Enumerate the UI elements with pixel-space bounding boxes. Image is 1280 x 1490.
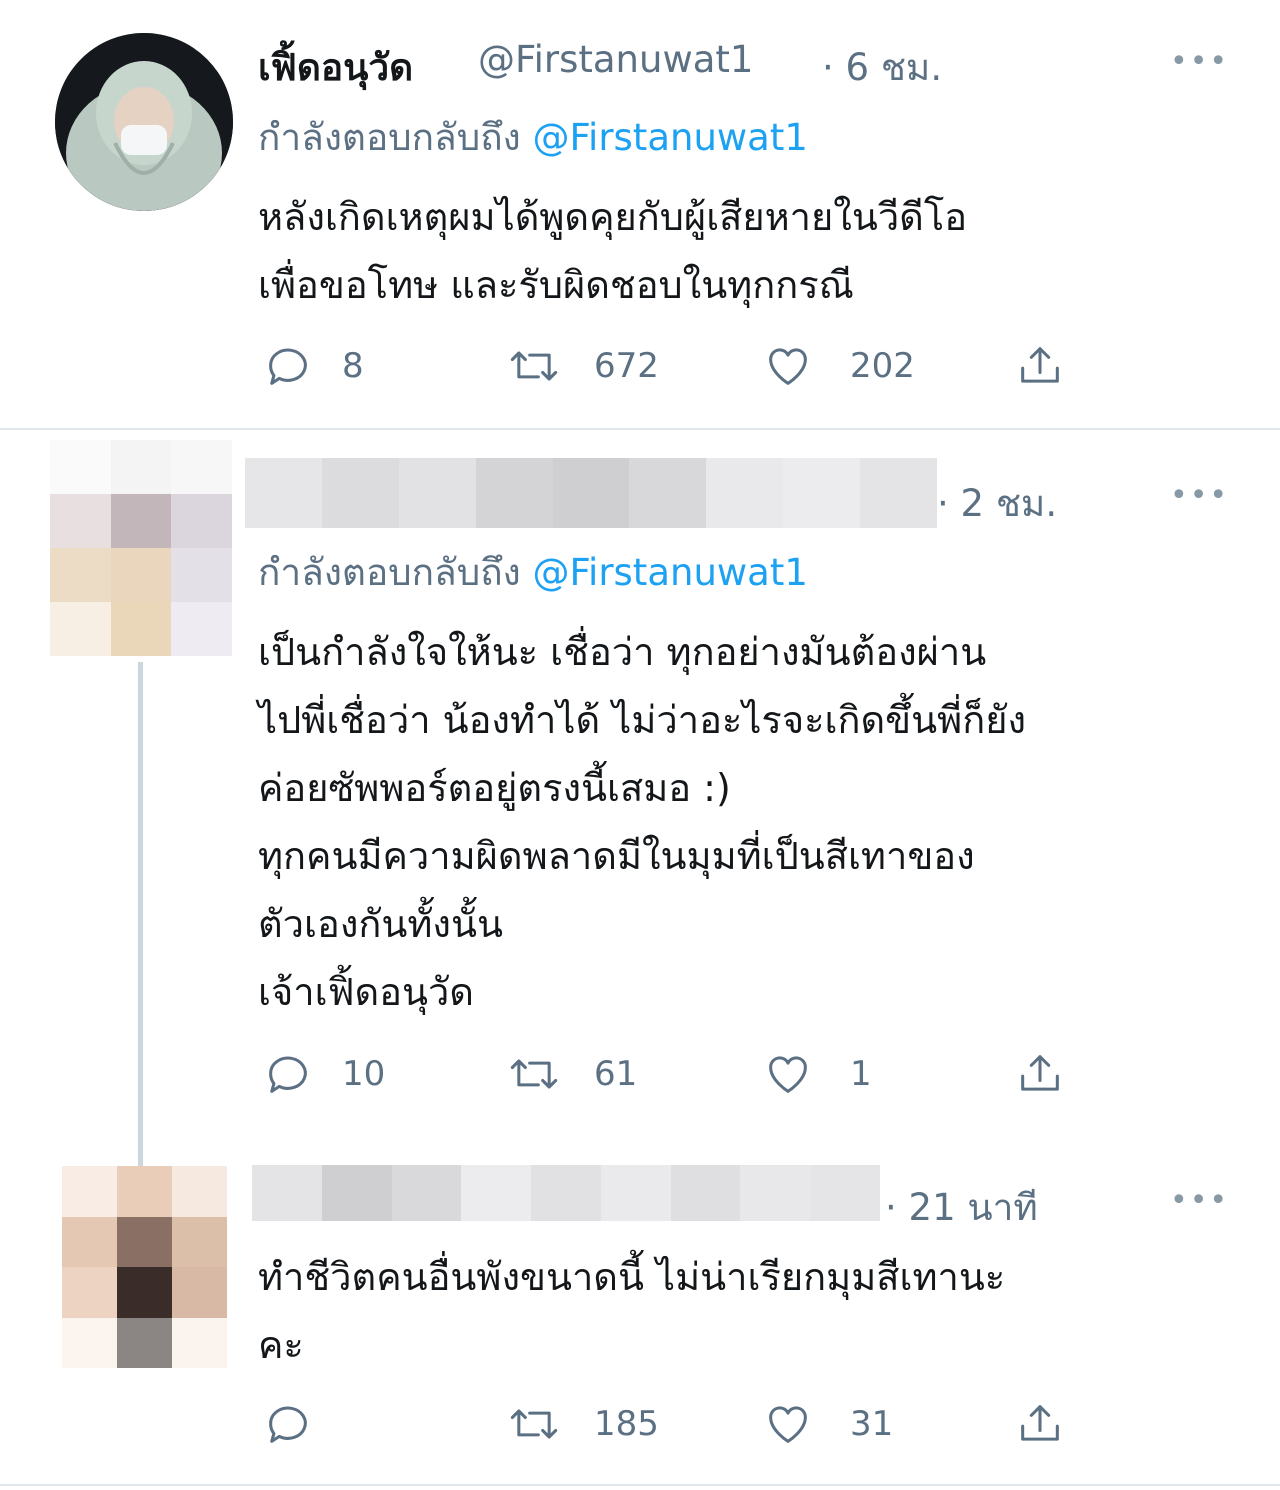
- tweet-divider: [0, 1484, 1280, 1486]
- reply-icon: [269, 1406, 307, 1443]
- retweet-count: 185: [594, 1404, 659, 1444]
- author-name[interactable]: [245, 458, 937, 528]
- like-button[interactable]: 202: [762, 340, 915, 392]
- avatar[interactable]: [55, 33, 233, 211]
- retweet-button[interactable]: 672: [508, 340, 659, 392]
- like-button[interactable]: 1: [762, 1048, 872, 1100]
- retweet-icon: [510, 1059, 558, 1089]
- share-button[interactable]: [1014, 340, 1066, 392]
- reply-button[interactable]: 10: [262, 1048, 385, 1100]
- reply-prefix-label: กำลังตอบกลับถึง: [258, 551, 521, 594]
- avatar[interactable]: [62, 1166, 227, 1368]
- reply-count: 8: [342, 346, 364, 386]
- reply-mention-link[interactable]: @Firstanuwat1: [532, 551, 807, 594]
- more-options-icon[interactable]: •••: [1170, 44, 1229, 79]
- like-icon: [769, 348, 807, 385]
- share-button[interactable]: [1014, 1398, 1066, 1450]
- tweet-divider: [0, 428, 1280, 430]
- reply-prefix-label: กำลังตอบกลับถึง: [258, 116, 521, 159]
- tweet-text: หลังเกิดเหตุผมได้พูดคุยกับผู้เสียหายในวี…: [258, 195, 968, 307]
- like-count: 202: [850, 346, 915, 386]
- retweet-button[interactable]: 61: [508, 1048, 637, 1100]
- author-name[interactable]: [252, 1165, 880, 1221]
- reply-icon: [269, 348, 307, 385]
- thread-connector-line: [138, 662, 143, 1167]
- share-icon: [1021, 347, 1059, 383]
- like-icon: [769, 1056, 807, 1093]
- reply-icon: [269, 1056, 307, 1093]
- reply-button[interactable]: 8: [262, 340, 364, 392]
- avatar[interactable]: [50, 440, 232, 656]
- reply-context: กำลังตอบกลับถึง @Firstanuwat1: [258, 543, 808, 602]
- tweet-time[interactable]: · 2 ชม.: [937, 474, 1057, 533]
- reply-context: กำลังตอบกลับถึง @Firstanuwat1: [258, 108, 808, 167]
- tweet-text: ทำชีวิตคนอื่นพังขนาดนี้ ไม่น่าเรียกมุมสี…: [258, 1255, 1006, 1367]
- retweet-button[interactable]: 185: [508, 1398, 659, 1450]
- share-button[interactable]: [1014, 1048, 1066, 1100]
- share-icon: [1021, 1405, 1059, 1441]
- like-count: 1: [850, 1054, 872, 1094]
- tweet-time[interactable]: · 21 นาที: [885, 1178, 1038, 1237]
- reply-count: 10: [342, 1054, 386, 1094]
- retweet-count: 61: [594, 1054, 638, 1094]
- author-name[interactable]: เฟิ้ดอนุวัด: [258, 38, 413, 97]
- retweet-icon: [510, 351, 558, 381]
- tweet-text: เป็นกำลังใจให้นะ เชื่อว่า ทุกอย่างมันต้อ…: [258, 630, 1027, 1014]
- like-icon: [769, 1406, 807, 1443]
- tweet-time[interactable]: · 6 ชม.: [822, 38, 942, 97]
- share-icon: [1021, 1055, 1059, 1091]
- author-handle[interactable]: @Firstanuwat1: [478, 38, 753, 81]
- retweet-icon: [510, 1409, 558, 1439]
- retweet-count: 672: [594, 346, 659, 386]
- like-button[interactable]: 31: [762, 1398, 893, 1450]
- more-options-icon[interactable]: •••: [1170, 1183, 1229, 1218]
- reply-mention-link[interactable]: @Firstanuwat1: [532, 116, 807, 159]
- more-options-icon[interactable]: •••: [1170, 478, 1229, 513]
- reply-button[interactable]: [262, 1398, 342, 1450]
- like-count: 31: [850, 1404, 894, 1444]
